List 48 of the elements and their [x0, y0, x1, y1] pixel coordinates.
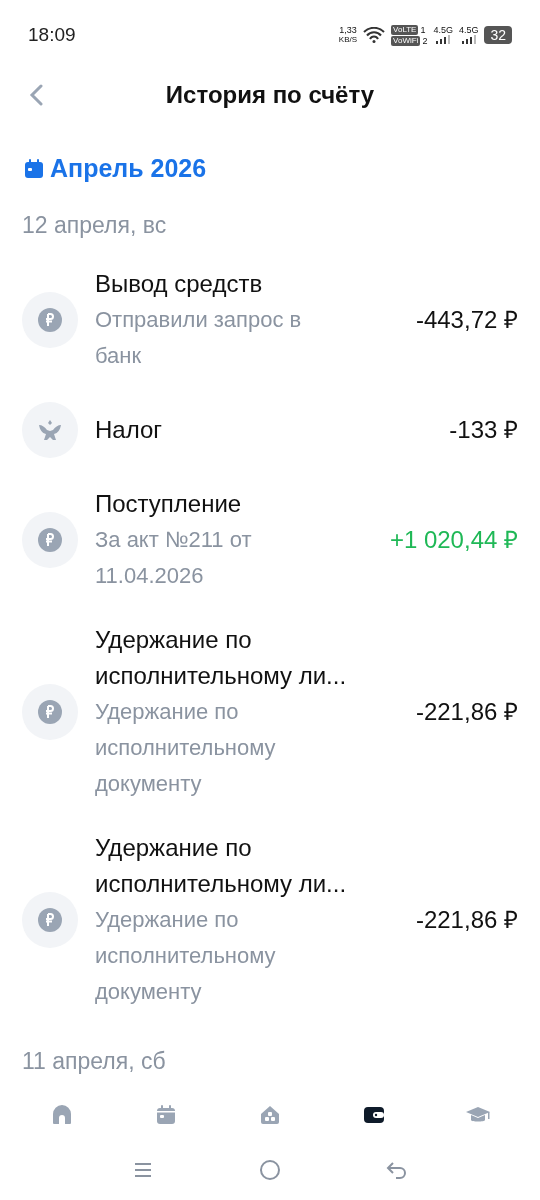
transaction-row[interactable]: Удержание по исполнительному ли... Удержание по исполнительному документу -221,86 ₽ [0, 815, 540, 1024]
transaction-amount: -133 ₽ [449, 414, 518, 445]
transaction-amount: -221,86 ₽ [415, 904, 518, 935]
network-speed: 1,33 [339, 26, 357, 35]
network-type: 4.5G [458, 26, 479, 35]
transaction-row[interactable]: Налог -133 ₽ [0, 387, 540, 472]
sim-number: 1 [420, 24, 426, 35]
battery-indicator: 32 [484, 26, 512, 44]
back-arrow-icon [385, 1161, 408, 1179]
transaction-title: Вывод средств [95, 268, 264, 299]
transaction-title: Удержание по исполнительному ли... [95, 832, 348, 899]
page-title: История по счёту [165, 80, 375, 110]
home-icon [50, 1103, 74, 1127]
ruble-icon [38, 699, 62, 724]
transaction-amount: -443,72 ₽ [415, 304, 518, 335]
calendar-icon [154, 1103, 178, 1127]
transaction-amount: -221,86 ₽ [415, 696, 518, 727]
ruble-icon [38, 527, 62, 552]
transaction-row[interactable]: Поступление За акт №211 от 11.04.2026 +1 020,44 ₽ [0, 471, 540, 608]
transaction-title: Налог [95, 414, 164, 445]
back-icon [29, 84, 43, 106]
signal-icon [435, 35, 452, 44]
transaction-description: За акт №211 от 11.04.2026 [95, 525, 253, 590]
transaction-title: Поступление [95, 488, 243, 519]
transaction-row[interactable]: Вывод средств Отправили запрос в банк -443,72 ₽ [0, 251, 540, 388]
sim-number: 2 [422, 35, 428, 46]
circle-icon [259, 1159, 281, 1181]
month-picker[interactable]: Апрель 2026 [24, 150, 207, 188]
date-heading: 11 апреля, сб [22, 1046, 167, 1076]
speed-unit: KB/S [338, 35, 358, 44]
wifi-icon [363, 27, 386, 43]
signal-icon [460, 35, 477, 44]
calendar-icon [24, 158, 44, 179]
transaction-description: Удержание по исполнительному документу [95, 905, 277, 1006]
transaction-description: Отправили запрос в банк [95, 305, 303, 370]
transaction-description: Удержание по исполнительному документу [95, 697, 277, 798]
ruble-icon [38, 307, 62, 332]
vowifi-badge: VoWiFi [391, 35, 421, 46]
date-heading: 12 апреля, вс [22, 210, 168, 240]
menu-icon [133, 1162, 154, 1178]
ruble-icon [38, 907, 62, 932]
house-boxes-icon [258, 1103, 282, 1127]
volte-badge: VoLTE [391, 24, 419, 35]
transaction-row[interactable]: Удержание по исполнительному ли... Удержание по исполнительному документу -221,86 ₽ [0, 607, 540, 816]
clock: 18:09 [28, 22, 76, 47]
transaction-title: Удержание по исполнительному ли... [95, 624, 348, 691]
transaction-amount: +1 020,44 ₽ [389, 524, 518, 555]
network-type: 4.5G [433, 26, 453, 35]
